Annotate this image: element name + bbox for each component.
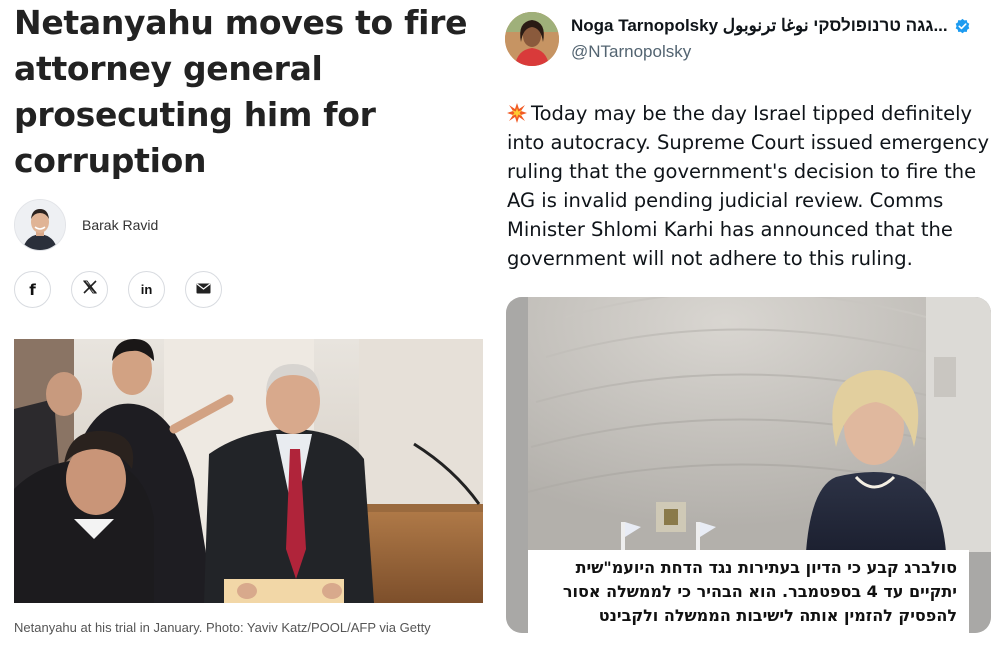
- media-caption-line-1: סולברג קבע כי הדיון בעתירות נגד הדחת היו…: [575, 558, 957, 577]
- share-linkedin-button[interactable]: in: [128, 271, 165, 308]
- article-panel: Netanyahu moves to fire attorney general…: [0, 0, 495, 645]
- tweet-handle[interactable]: @NTarnopolsky: [571, 42, 691, 62]
- author-avatar[interactable]: [14, 199, 66, 251]
- photo-caption: Netanyahu at his trial in January. Photo…: [14, 620, 431, 635]
- facebook-icon: f: [29, 280, 36, 299]
- tweet-avatar[interactable]: [505, 12, 559, 66]
- tweet-display-name[interactable]: Noga Tarnopolsky גגה טרנופולסקי نوغا ترن…: [571, 16, 971, 36]
- tweet-text: Today may be the day Israel tipped defin…: [507, 99, 989, 273]
- media-caption-line-2: יתקיים עד 4 בספטמבר. הוא הבהיר כי לממשלה…: [562, 582, 957, 601]
- share-x-button[interactable]: [71, 271, 108, 308]
- byline: Barak Ravid: [14, 199, 158, 251]
- mail-icon: [196, 281, 211, 299]
- share-buttons: f in: [14, 271, 222, 308]
- verified-badge-icon: [955, 18, 969, 33]
- author-name[interactable]: Barak Ravid: [82, 217, 158, 233]
- media-caption-line-3: להפסיק להזמין אותה לישיבות הממשלה ולקבינ…: [598, 606, 957, 625]
- article-photo: [14, 339, 483, 603]
- article-headline: Netanyahu moves to fire attorney general…: [14, 3, 468, 180]
- share-facebook-button[interactable]: f: [14, 271, 51, 308]
- x-icon: [82, 280, 97, 299]
- collision-emoji-icon: [507, 103, 527, 123]
- share-email-button[interactable]: [185, 271, 222, 308]
- tweet-text-body: Today may be the day Israel tipped defin…: [507, 102, 989, 270]
- media-caption-overlay: סולברג קבע כי הדיון בעתירות נגד הדחת היו…: [528, 550, 969, 633]
- tweet-media-image[interactable]: סולברג קבע כי הדיון בעתירות נגד הדחת היו…: [506, 297, 991, 633]
- linkedin-icon: in: [140, 282, 153, 297]
- display-name-text: Noga Tarnopolsky גגה טרנופולסקי نوغا ترن…: [571, 16, 948, 35]
- tweet-panel: Noga Tarnopolsky גגה טרנופולסקי نوغا ترن…: [495, 0, 1000, 645]
